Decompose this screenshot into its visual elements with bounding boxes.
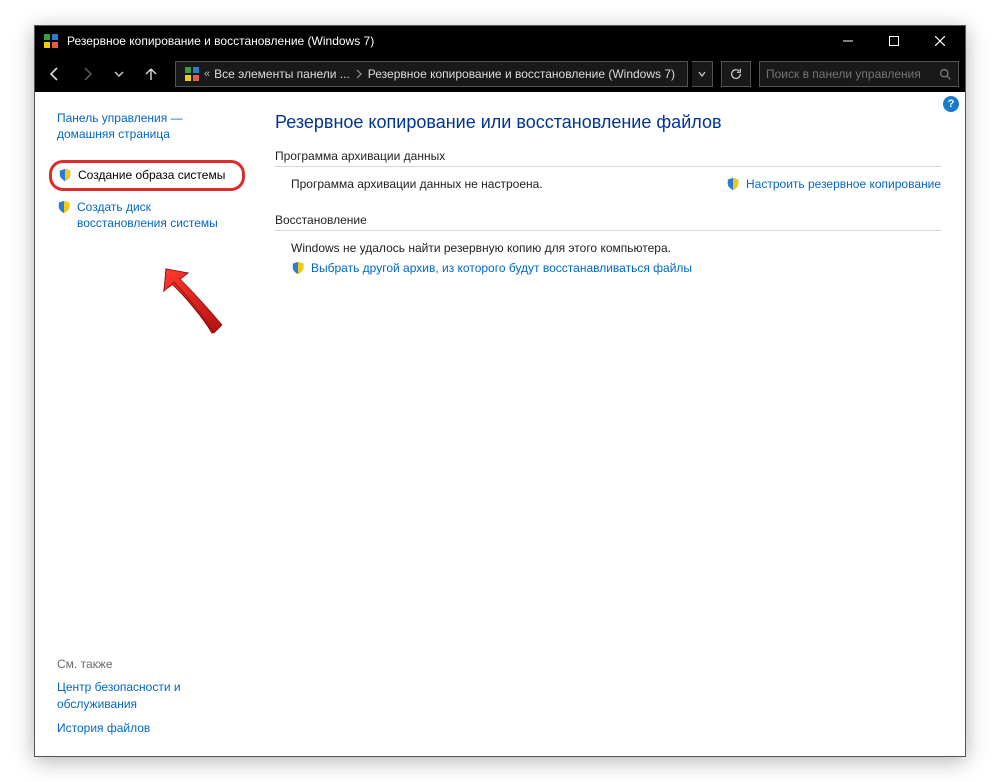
see-also-file-history-link[interactable]: История файлов [57, 720, 239, 736]
sidebar: Панель управления — домашняя страница Со… [35, 92, 251, 756]
main-panel: Резервное копирование или восстановление… [251, 92, 965, 756]
forward-button[interactable] [73, 60, 101, 88]
sidebar-item-create-repair-disk[interactable]: Создать диск восстановления системы [57, 199, 239, 231]
address-bar: « Все элементы панели ... Резервное копи… [35, 56, 965, 92]
see-also-security-link[interactable]: Центр безопасности и обслуживания [57, 679, 239, 711]
up-button[interactable] [137, 60, 165, 88]
backup-status-text: Программа архивации данных не настроена. [291, 177, 726, 191]
sidebar-item-label: Создание образа системы [78, 167, 225, 183]
restore-section-header: Восстановление [275, 213, 941, 231]
backup-restore-window: Резервное копирование и восстановление (… [34, 25, 966, 757]
maximize-button[interactable] [871, 26, 917, 56]
search-icon [939, 68, 952, 81]
setup-backup-link[interactable]: Настроить резервное копирование [726, 177, 941, 191]
close-button[interactable] [917, 26, 963, 56]
shield-icon [58, 168, 72, 182]
refresh-button[interactable] [721, 61, 751, 87]
recent-locations-button[interactable] [105, 60, 133, 88]
content-area: ? Панель управления — домашняя страница … [35, 92, 965, 756]
back-button[interactable] [41, 60, 69, 88]
page-title: Резервное копирование или восстановление… [275, 112, 941, 133]
minimize-button[interactable] [825, 26, 871, 56]
address-history-button[interactable] [692, 61, 713, 87]
see-also-heading: См. также [57, 657, 239, 671]
shield-icon [291, 261, 305, 275]
titlebar: Резервное копирование и восстановление (… [35, 26, 965, 56]
shield-icon [57, 200, 71, 214]
breadcrumb-seg-1[interactable]: Все элементы панели ... [210, 62, 354, 86]
window-title: Резервное копирование и восстановление (… [67, 34, 825, 48]
control-panel-home-link[interactable]: Панель управления — домашняя страница [57, 110, 239, 142]
breadcrumb-seg-2[interactable]: Резервное копирование и восстановление (… [364, 62, 679, 86]
chevron-right-icon[interactable] [354, 69, 364, 79]
control-panel-icon [43, 33, 59, 49]
search-box[interactable] [759, 61, 959, 87]
backup-section-header: Программа архивации данных [275, 149, 941, 167]
restore-status-text: Windows не удалось найти резервную копию… [291, 241, 941, 255]
setup-backup-link-text: Настроить резервное копирование [746, 177, 941, 191]
search-input[interactable] [766, 67, 939, 81]
control-panel-icon [180, 62, 204, 86]
select-other-backup-link[interactable]: Выбрать другой архив, из которого будут … [311, 261, 692, 275]
shield-icon [726, 177, 740, 191]
sidebar-item-create-system-image[interactable]: Создание образа системы [49, 160, 245, 190]
address-box[interactable]: « Все элементы панели ... Резервное копи… [175, 61, 688, 87]
sidebar-item-label: Создать диск восстановления системы [77, 199, 239, 231]
